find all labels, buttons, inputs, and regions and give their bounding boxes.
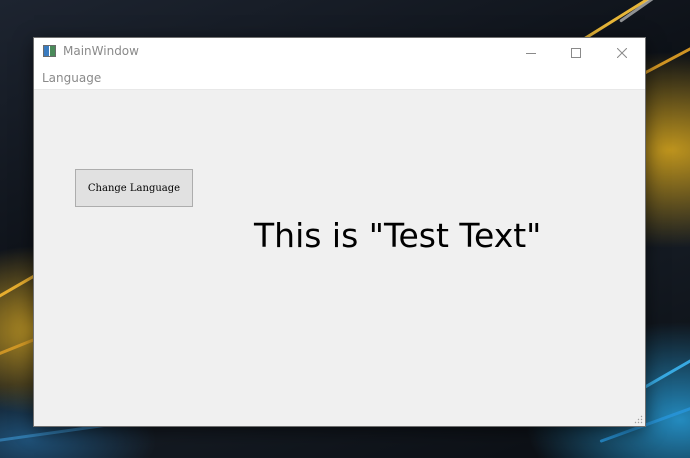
menu-bar: Language <box>34 67 645 90</box>
minimize-button[interactable] <box>508 38 554 67</box>
maximize-button[interactable] <box>553 38 599 67</box>
size-grip-icon[interactable] <box>633 414 643 424</box>
change-language-button[interactable]: Change Language <box>75 169 193 207</box>
close-button[interactable] <box>599 38 645 67</box>
app-icon <box>43 45 56 57</box>
maximize-icon <box>571 47 581 58</box>
central-widget: Change Language This is "Test Text" <box>34 90 645 426</box>
main-window: MainWindow Language Change Language This… <box>34 38 645 426</box>
menu-language[interactable]: Language <box>42 71 101 85</box>
window-title: MainWindow <box>63 44 139 58</box>
minimize-icon <box>526 52 536 54</box>
close-icon <box>617 47 627 58</box>
wallpaper-streak <box>619 0 690 23</box>
title-bar[interactable]: MainWindow <box>34 38 645 67</box>
wallpaper-streak <box>579 0 690 43</box>
test-text-label: This is "Test Text" <box>254 216 542 255</box>
